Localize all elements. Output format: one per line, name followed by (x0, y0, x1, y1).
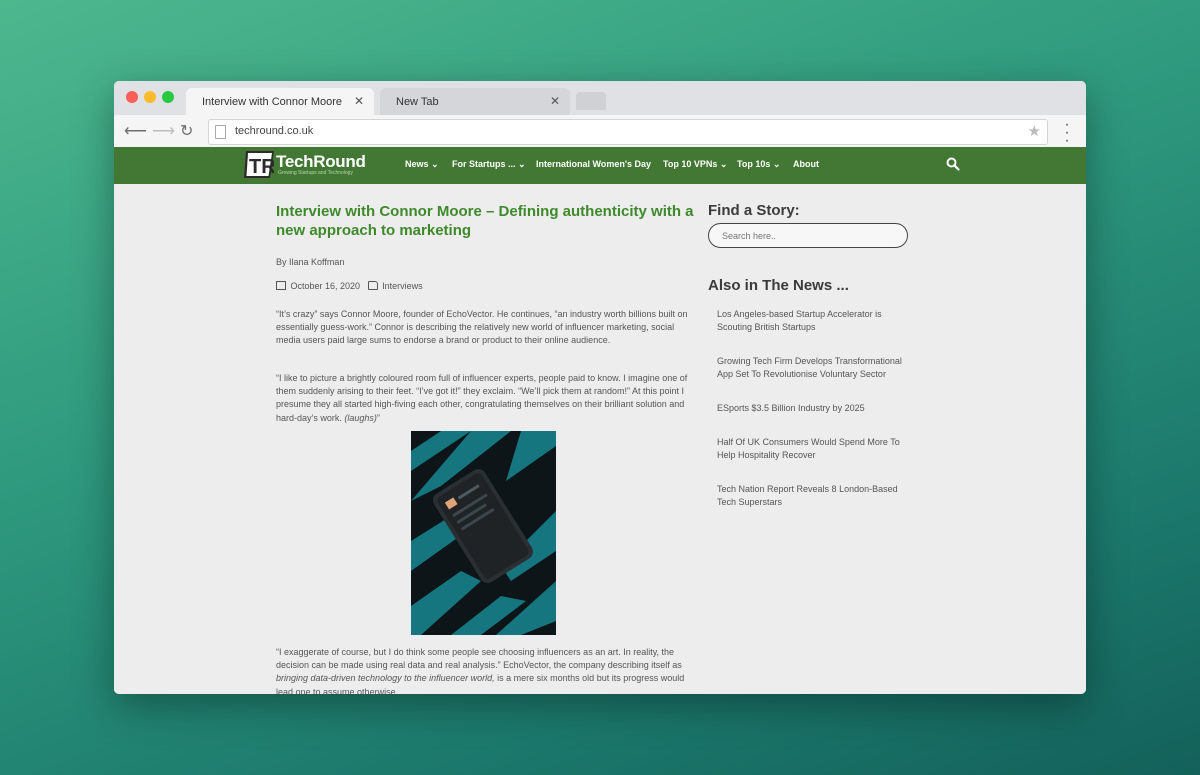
find-story-heading: Find a Story: (708, 202, 800, 219)
close-window-button[interactable] (126, 91, 138, 103)
nav-item-news[interactable]: News ⌄ (405, 159, 439, 170)
tab-bar: Interview with Connor Moore ✕ New Tab ✕ (114, 81, 1086, 115)
article-paragraph: “It’s crazy” says Connor Moore, founder … (276, 309, 688, 346)
tab-label: Interview with Connor Moore (202, 96, 343, 108)
calendar-icon (276, 281, 286, 291)
chevron-down-icon: ⌄ (431, 159, 439, 169)
article-category-link[interactable]: Interviews (382, 281, 423, 291)
back-arrow-icon[interactable]: ⟵ (124, 121, 147, 141)
bookmark-star-icon[interactable]: ★ (1028, 122, 1041, 140)
tab-new-tab[interactable]: New Tab ✕ (380, 88, 570, 115)
chevron-down-icon: ⌄ (719, 159, 728, 169)
browser-menu-icon[interactable]: · · · (1064, 117, 1070, 149)
paragraph-text-end: ” (376, 412, 380, 423)
search-icon[interactable] (946, 157, 960, 171)
tab-label: New Tab (396, 96, 439, 108)
article-date: October 16, 2020 (290, 280, 361, 291)
site-logo-tagline: Growing Startups and Technology (278, 170, 353, 176)
nav-item-about[interactable]: About (793, 159, 819, 169)
chevron-down-icon: ⌄ (518, 159, 526, 169)
news-link[interactable]: Growing Tech Firm Develops Transformatio… (717, 355, 907, 381)
browser-toolbar: ⟵ ⟶ ↻ techround.co.uk ★ · · · (114, 115, 1086, 149)
article-byline: By Ilana Koffman (276, 257, 345, 267)
tab-close-icon[interactable]: ✕ (354, 94, 364, 108)
news-link[interactable]: Los Angeles-based Startup Accelerator is… (717, 308, 907, 334)
article-paragraph: “I exaggerate of course, but I do think … (276, 646, 694, 694)
article-title: Interview with Connor Moore – Defining a… (276, 203, 694, 239)
browser-window: Interview with Connor Moore ✕ New Tab ✕ … (114, 81, 1086, 694)
page-icon (215, 125, 226, 139)
address-bar[interactable]: techround.co.uk ★ (208, 119, 1048, 145)
url-text: techround.co.uk (235, 125, 314, 137)
nav-item-label: About (793, 159, 819, 169)
page-content: Interview with Connor Moore – Defining a… (114, 184, 1086, 694)
nav-item-label: For Startups ... (452, 159, 516, 169)
news-link[interactable]: Half Of UK Consumers Would Spend More To… (717, 436, 907, 462)
maximize-window-button[interactable] (162, 91, 174, 103)
forward-arrow-icon[interactable]: ⟶ (152, 121, 175, 141)
minimize-window-button[interactable] (144, 91, 156, 103)
site-header: TR TechRound Growing Startups and Techno… (114, 147, 1086, 184)
article-paragraph: “I like to picture a brightly coloured r… (276, 372, 694, 425)
nav-item-for-startups[interactable]: For Startups ... ⌄ (452, 159, 526, 170)
nav-item-label: Top 10 VPNs (663, 159, 718, 169)
nav-item-top-10s[interactable]: Top 10s ⌄ (737, 159, 780, 170)
article-phone-image (411, 431, 556, 635)
chevron-down-icon: ⌄ (772, 159, 781, 169)
news-link[interactable]: ESports $3.5 Billion Industry by 2025 (717, 402, 907, 415)
paragraph-italic: bringing data-driven technology to the i… (276, 673, 495, 684)
paragraph-text: “I like to picture a brightly coloured r… (276, 373, 688, 423)
logo-mark-text: TR (249, 156, 274, 178)
news-link[interactable]: Tech Nation Report Reveals 8 London-Base… (717, 483, 907, 509)
nav-item-label: Top 10s (737, 159, 771, 169)
tab-close-icon[interactable]: ✕ (550, 94, 560, 108)
techround-logo-icon[interactable]: TR (244, 151, 274, 178)
tab-interview[interactable]: Interview with Connor Moore ✕ (186, 88, 374, 115)
article-meta: October 16, 2020 Interviews (276, 280, 423, 291)
story-search-input[interactable] (708, 223, 908, 248)
reload-icon[interactable]: ↻ (180, 121, 193, 141)
nav-item-top-10-vpns[interactable]: Top 10 VPNs ⌄ (663, 159, 727, 170)
paragraph-italic: (laughs) (344, 412, 377, 423)
paragraph-text: “I exaggerate of course, but I do think … (276, 647, 682, 671)
nav-item-label: International Women's Day (536, 159, 651, 169)
also-in-news-heading: Also in The News ... (708, 277, 849, 294)
new-tab-button[interactable] (576, 92, 606, 110)
folder-icon (367, 281, 378, 291)
nav-item-label: News (405, 159, 429, 169)
news-list: Los Angeles-based Startup Accelerator is… (717, 308, 907, 530)
nav-item-international-womens-day[interactable]: International Women's Day (536, 159, 651, 169)
site-logo-text[interactable]: TechRound (276, 152, 366, 172)
